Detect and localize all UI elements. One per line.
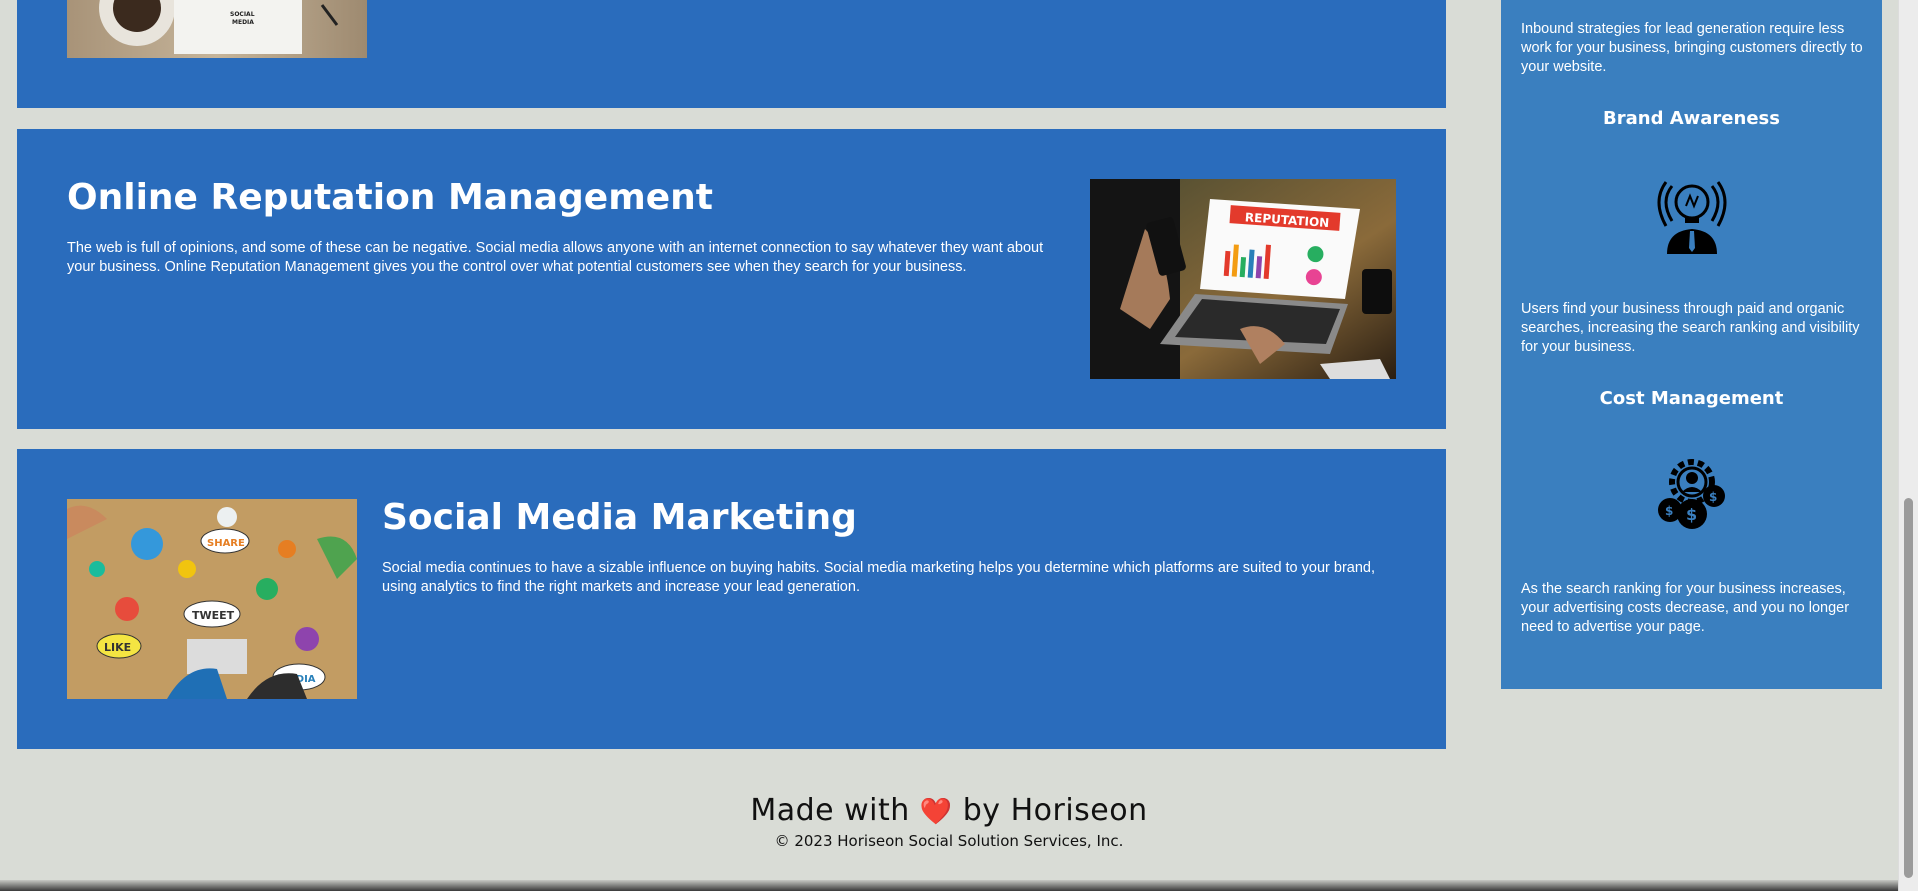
heart-icon: ❤️ — [919, 797, 953, 827]
footer-made-with: Made with — [750, 793, 910, 828]
page-footer: Made with ❤️ by Horiseon © 2023 Horiseon… — [0, 793, 1898, 850]
seo-image: SOCIAL MEDIA — [67, 0, 367, 58]
brand-awareness-title: Brand Awareness — [1603, 108, 1780, 129]
brand-awareness-text: Users find your business through paid an… — [1521, 301, 1860, 355]
benefits-sidebar: Inbound strategies for lead generation r… — [1501, 0, 1882, 689]
svg-text:MEDIA: MEDIA — [232, 19, 254, 26]
window-bottom-edge — [0, 880, 1898, 891]
svg-text:SOCIAL: SOCIAL — [230, 11, 255, 18]
lightbulb-head-icon — [1652, 176, 1732, 256]
smm-image-word-tweet: TWEET — [192, 609, 235, 622]
smm-image: TWEET LIKE MEDIA SHARE — [67, 499, 357, 699]
svg-text:$: $ — [1709, 490, 1717, 504]
svg-text:$: $ — [1686, 505, 1697, 524]
svg-text:$: $ — [1665, 504, 1673, 518]
money-gear-icon: $ $ $ — [1652, 456, 1732, 536]
footer-by-horiseon: by Horiseon — [962, 793, 1148, 828]
smm-body: Social media continues to have a sizable… — [382, 560, 1376, 595]
social-media-marketing-card: TWEET LIKE MEDIA SHARE Social Media Mark… — [17, 449, 1446, 749]
cost-management-text: As the search ranking for your business … — [1521, 581, 1850, 635]
footer-copyright: © 2023 Horiseon Social Solution Services… — [774, 832, 1124, 850]
smm-title: Social Media Marketing — [382, 497, 857, 538]
smm-image-word-like: LIKE — [104, 641, 131, 654]
lead-generation-text: Inbound strategies for lead generation r… — [1521, 21, 1863, 75]
reputation-card: Online Reputation Management The web is … — [17, 129, 1446, 429]
cost-management-title: Cost Management — [1599, 388, 1784, 409]
scrollbar-thumb[interactable] — [1904, 498, 1913, 878]
smm-image-word-share: SHARE — [207, 538, 245, 549]
reputation-title: Online Reputation Management — [67, 177, 713, 218]
reputation-body: The web is full of opinions, and some of… — [67, 240, 1044, 275]
search-engine-optimization-card: SOCIAL MEDIA — [17, 0, 1446, 108]
reputation-image: REPUTATION — [1090, 179, 1396, 379]
footer-heading: Made with ❤️ by Horiseon — [0, 793, 1898, 828]
